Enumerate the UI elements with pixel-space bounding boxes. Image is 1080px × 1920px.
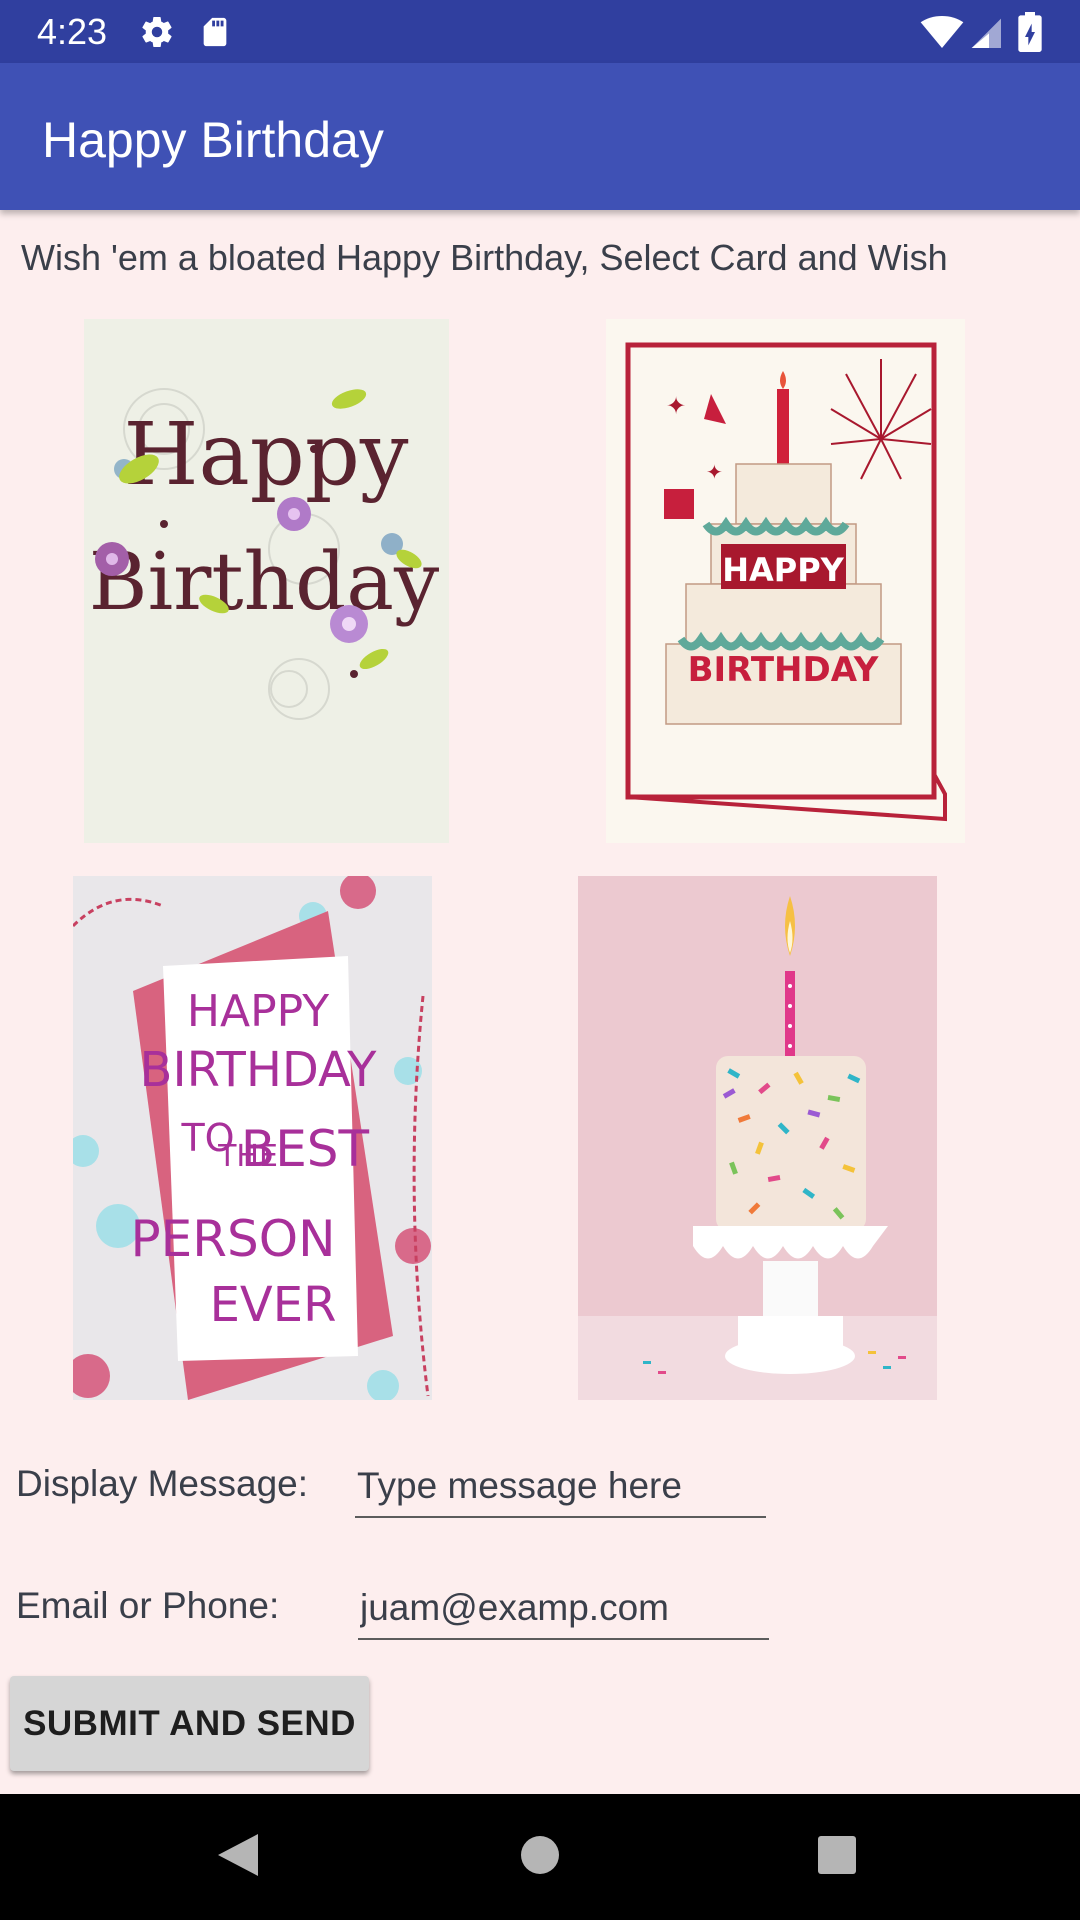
card2-line1: HAPPY bbox=[722, 551, 844, 589]
email-phone-input[interactable] bbox=[358, 1578, 769, 1640]
card-popup-cake-image: HAPPY BIRTHDAY ✦ ✦ bbox=[606, 319, 965, 843]
app-title: Happy Birthday bbox=[42, 112, 384, 168]
back-icon bbox=[216, 1832, 260, 1883]
submit-and-send-button[interactable]: SUBMIT AND SEND bbox=[10, 1676, 369, 1771]
status-time: 4:23 bbox=[37, 11, 108, 52]
card3-line2: BIRTHDAY bbox=[140, 1042, 378, 1098]
email-phone-label: Email or Phone: bbox=[16, 1585, 280, 1626]
card3-line6: PERSON bbox=[131, 1210, 336, 1268]
card-best-person-ever-image: HAPPY BIRTHDAY TO THE BEST PERSON EVER bbox=[73, 876, 432, 1400]
app-bar: Happy Birthday bbox=[0, 63, 1080, 210]
card3-line1: HAPPY bbox=[187, 986, 329, 1037]
card-best-person-ever[interactable]: HAPPY BIRTHDAY TO THE BEST PERSON EVER bbox=[73, 876, 432, 1400]
gear-icon bbox=[139, 14, 175, 55]
sd-card-icon bbox=[198, 14, 232, 55]
battery-icon bbox=[1018, 12, 1042, 57]
svg-text:✦: ✦ bbox=[666, 392, 686, 420]
navigation-bar bbox=[0, 1794, 1080, 1920]
intro-text: Wish 'em a bloated Happy Birthday, Selec… bbox=[21, 237, 948, 278]
recents-icon bbox=[817, 1835, 857, 1880]
status-bar: 4:23 bbox=[0, 0, 1080, 63]
card-sprinkle-cake[interactable] bbox=[578, 876, 937, 1400]
card3-line7: EVER bbox=[210, 1277, 337, 1333]
wifi-icon bbox=[920, 16, 964, 53]
recents-button[interactable] bbox=[777, 1794, 897, 1920]
card-sprinkle-cake-image bbox=[578, 876, 937, 1400]
back-button[interactable] bbox=[178, 1794, 298, 1920]
display-message-input[interactable] bbox=[355, 1456, 766, 1518]
home-button[interactable] bbox=[480, 1794, 600, 1920]
home-icon bbox=[520, 1835, 560, 1880]
signal-icon bbox=[969, 16, 1001, 53]
card-popup-cake[interactable]: HAPPY BIRTHDAY ✦ ✦ bbox=[606, 319, 965, 843]
card3-line5: BEST bbox=[241, 1120, 370, 1178]
card2-line2: BIRTHDAY bbox=[688, 650, 879, 690]
card-happy-birthday-floral[interactable]: Happy Birthday bbox=[84, 319, 449, 843]
display-message-label: Display Message: bbox=[16, 1463, 309, 1504]
svg-text:✦: ✦ bbox=[706, 460, 723, 484]
card1-line1: Happy bbox=[124, 405, 409, 505]
card-happy-birthday-floral-image: Happy Birthday bbox=[84, 319, 449, 843]
